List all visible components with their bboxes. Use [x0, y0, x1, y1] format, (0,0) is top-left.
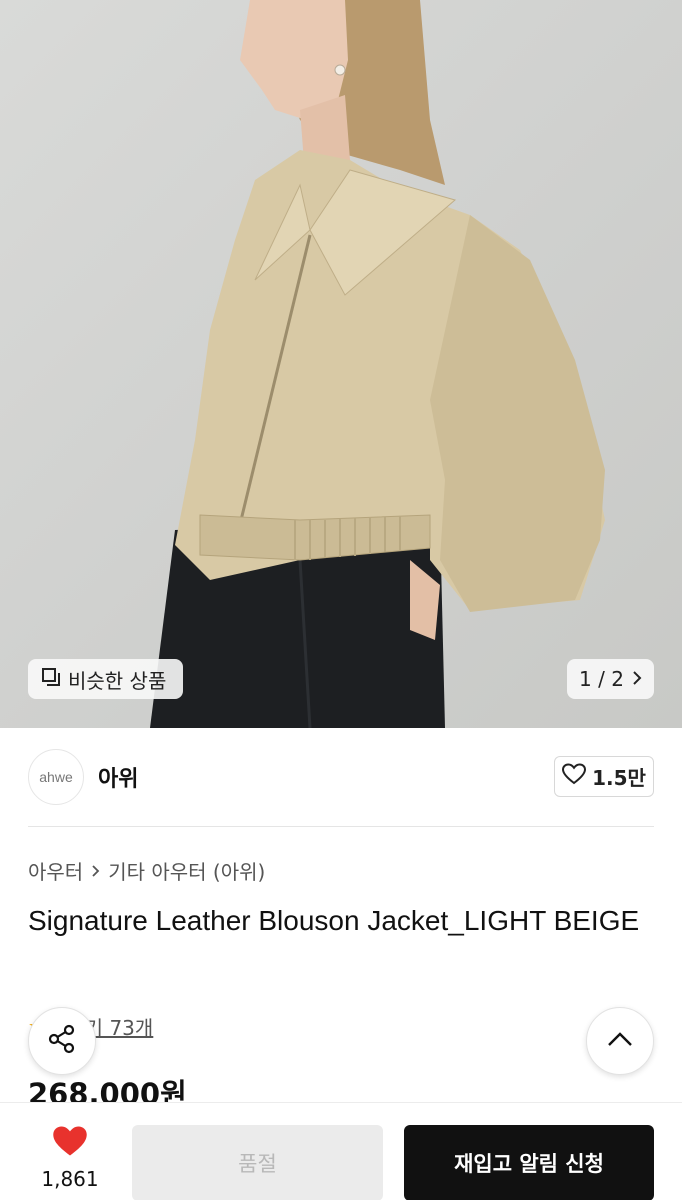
product-photo — [150, 0, 605, 728]
divider — [28, 826, 654, 827]
heart-outline-icon — [562, 763, 587, 790]
brand-row: ahwe 아위 1.5만 — [28, 748, 654, 806]
soldout-button[interactable]: 품절 — [132, 1125, 383, 1200]
brand-logo[interactable]: ahwe — [28, 749, 84, 805]
copy-icon — [40, 666, 62, 693]
similar-products-label: 비슷한 상품 — [68, 668, 167, 693]
breadcrumb: 아우터 기타 아우터 (아위) — [28, 856, 265, 885]
chevron-up-icon — [607, 1031, 633, 1051]
scroll-top-button[interactable] — [586, 1007, 654, 1075]
bottom-action-bar: 1,861 품절 재입고 알림 신청 — [0, 1102, 682, 1200]
chevron-right-icon — [632, 667, 642, 691]
image-counter-button[interactable]: 1 / 2 — [567, 659, 654, 699]
brand-like-count: 1.5만 — [592, 766, 646, 790]
restock-alert-button[interactable]: 재입고 알림 신청 — [404, 1125, 654, 1200]
similar-products-button[interactable]: 비슷한 상품 — [28, 659, 183, 699]
image-counter: 1 / 2 — [579, 667, 624, 691]
breadcrumb-subcategory[interactable]: 기타 아우터 (아위) — [108, 856, 265, 885]
share-icon — [46, 1023, 78, 1059]
brand-name[interactable]: 아위 — [98, 761, 138, 793]
brand-like-button[interactable]: 1.5만 — [554, 756, 654, 797]
wish-button[interactable]: 1,861 — [30, 1125, 110, 1191]
chevron-right-icon — [91, 859, 100, 883]
product-title: Signature Leather Blouson Jacket_LIGHT B… — [28, 905, 640, 936]
product-image[interactable]: 비슷한 상품 1 / 2 — [0, 0, 682, 728]
brand-logo-text: ahwe — [39, 769, 73, 785]
share-button[interactable] — [28, 1007, 96, 1075]
wish-count: 1,861 — [41, 1167, 99, 1191]
breadcrumb-category[interactable]: 아우터 — [28, 856, 83, 885]
heart-filled-icon — [52, 1125, 88, 1161]
